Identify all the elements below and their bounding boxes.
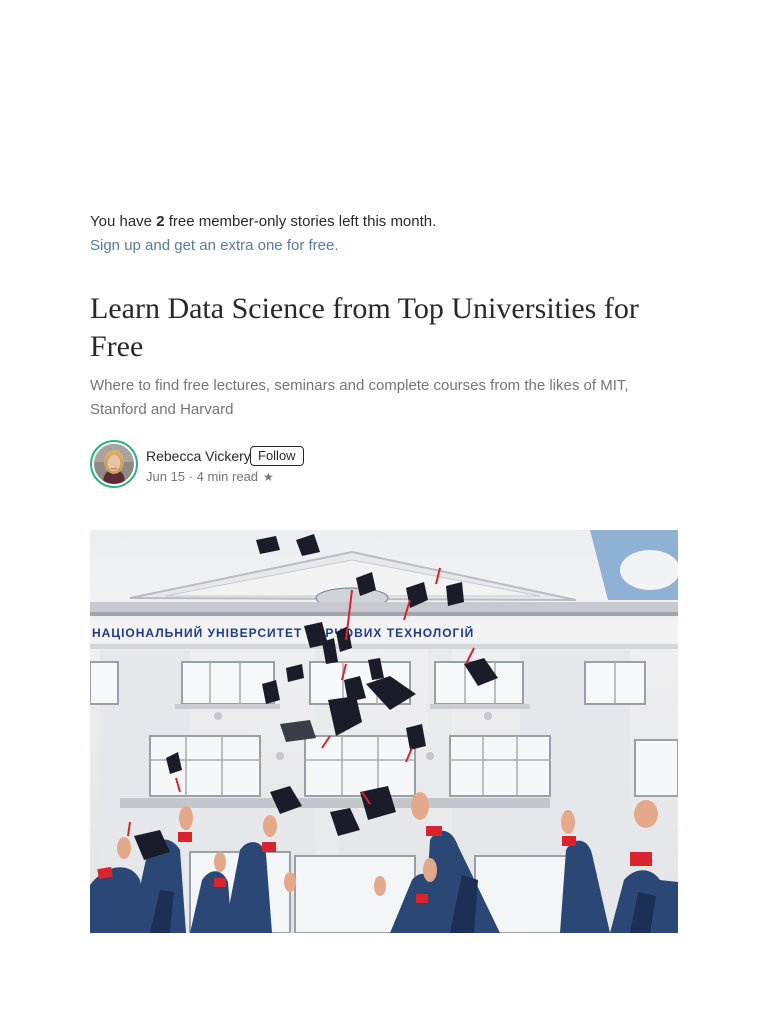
graduation-photo: НАЦІОНАЛЬНИЙ УНІВЕРСИТЕТ ХАРЧОВИХ ТЕХНОЛ… xyxy=(90,530,678,933)
star-icon: ★ xyxy=(263,470,274,484)
follow-button[interactable]: Follow xyxy=(250,446,304,466)
article-meta: Jun 15 · 4 min read ★ xyxy=(146,468,274,486)
member-stories-notice: You have 2 free member-only stories left… xyxy=(90,212,436,232)
article-title: Learn Data Science from Top Universities… xyxy=(90,292,639,363)
publish-date: Jun 15 xyxy=(146,469,186,484)
svg-text:НАЦІОНАЛЬНИЙ УНІВЕРСИТЕТ ХАРЧО: НАЦІОНАЛЬНИЙ УНІВЕРСИТЕТ ХАРЧОВИХ ТЕХНОЛ… xyxy=(92,625,474,640)
avatar xyxy=(94,444,134,484)
signup-link[interactable]: Sign up and get an extra one for free. xyxy=(90,236,339,256)
author-byline: Rebecca Vickery Follow Jun 15 · 4 min re… xyxy=(90,440,678,496)
hero-image: НАЦІОНАЛЬНИЙ УНІВЕРСИТЕТ ХАРЧОВИХ ТЕХНОЛ… xyxy=(90,530,678,933)
remaining-stories-count: 2 xyxy=(156,213,165,230)
read-time: 4 min read xyxy=(196,469,259,484)
meta-separator: · xyxy=(185,469,197,484)
article-subtitle: Where to find free lectures, seminars an… xyxy=(90,377,629,418)
notice-prefix: You have xyxy=(90,213,157,230)
author-avatar-ring[interactable] xyxy=(90,440,138,488)
author-name[interactable]: Rebecca Vickery xyxy=(146,446,251,466)
notice-suffix: free member-only stories left this month… xyxy=(164,213,437,230)
